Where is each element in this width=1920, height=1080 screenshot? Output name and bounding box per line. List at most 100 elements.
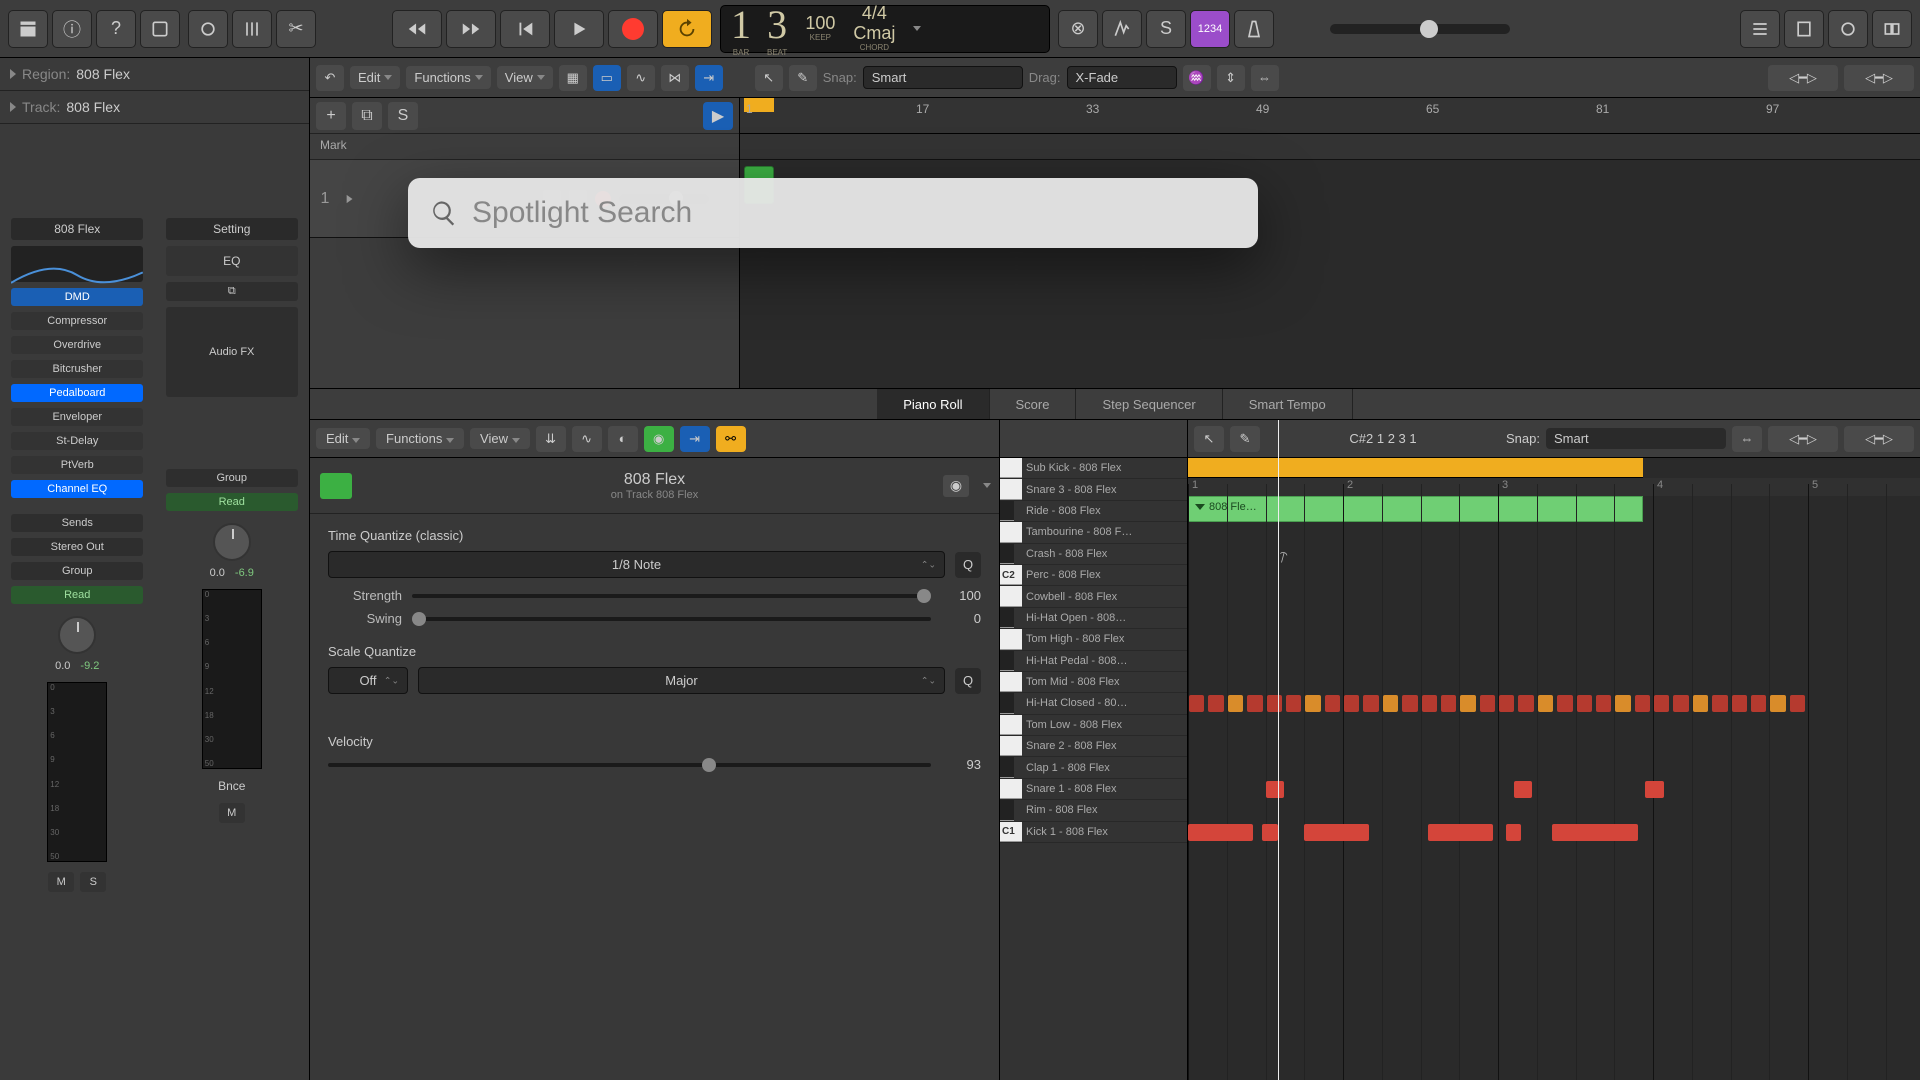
lcd-tempo[interactable]: 100 — [805, 14, 835, 34]
quantize-value-dropdown[interactable]: 1/8 Note⌃⌄ — [328, 551, 945, 578]
vertical-zoom-icon[interactable]: ⇕ — [1217, 65, 1245, 91]
midi-note[interactable] — [1228, 695, 1243, 712]
plugin-slot[interactable]: Enveloper — [11, 408, 143, 426]
midi-note[interactable] — [1344, 695, 1359, 712]
piano-key[interactable] — [1000, 736, 1022, 756]
drum-lane[interactable]: Rim - 808 Flex — [1000, 800, 1187, 821]
midi-note[interactable] — [1577, 695, 1592, 712]
midi-note[interactable] — [1460, 695, 1475, 712]
link-button[interactable]: ⧉ — [166, 282, 298, 301]
velocity-slider[interactable] — [328, 763, 931, 767]
automation-icon[interactable]: ∿ — [627, 65, 655, 91]
solo-button[interactable]: S — [80, 872, 106, 892]
plugin-slot[interactable]: Bitcrusher — [11, 360, 143, 378]
piano-key[interactable] — [1000, 672, 1022, 692]
midi-note[interactable] — [1615, 695, 1630, 712]
midi-note[interactable] — [1422, 695, 1437, 712]
mute-button[interactable]: M — [219, 803, 245, 823]
midi-note[interactable] — [1506, 824, 1522, 841]
pencil-tool[interactable]: ✎ — [1230, 426, 1260, 452]
automation-mode[interactable]: Read — [166, 493, 298, 511]
waveform-zoom-icon[interactable]: ♒ — [1183, 65, 1211, 91]
swing-value[interactable]: 0 — [941, 611, 981, 626]
drum-lane[interactable]: Tom High - 808 Flex — [1000, 629, 1187, 650]
global-solo-button[interactable]: S — [388, 102, 418, 130]
piano-key[interactable] — [1000, 501, 1014, 521]
scale-quantize-button[interactable]: Q — [955, 668, 981, 694]
midi-note[interactable] — [1596, 695, 1611, 712]
pencil-tool[interactable]: ✎ — [789, 65, 817, 91]
play-button[interactable] — [554, 10, 604, 48]
midi-note[interactable] — [1751, 695, 1766, 712]
midi-out-icon[interactable]: ◉ — [644, 426, 674, 452]
velocity-value[interactable]: 93 — [941, 757, 981, 772]
lcd-menu-icon[interactable] — [913, 26, 921, 31]
midi-note[interactable] — [1383, 695, 1398, 712]
loop-browser-button[interactable] — [1828, 10, 1868, 48]
midi-note[interactable] — [1732, 695, 1747, 712]
piano-key[interactable] — [1000, 715, 1022, 735]
quantize-button[interactable]: Q — [955, 552, 981, 578]
track-inspector-header[interactable]: Track: 808 Flex — [0, 91, 309, 124]
drum-lane[interactable]: Hi-Hat Closed - 80… — [1000, 693, 1187, 714]
region-inspector-header[interactable]: Region: 808 Flex — [0, 58, 309, 91]
scale-type-dropdown[interactable]: Major⌃⌄ — [418, 667, 945, 694]
piano-key[interactable] — [1000, 651, 1014, 671]
drum-lane[interactable]: Crash - 808 Flex — [1000, 544, 1187, 565]
low-latency-button[interactable] — [1102, 10, 1142, 48]
midi-note[interactable] — [1514, 781, 1533, 798]
midi-note[interactable] — [1480, 695, 1495, 712]
tab-piano-roll[interactable]: Piano Roll — [877, 389, 989, 419]
level-meter[interactable]: 036912183050 — [47, 682, 107, 862]
midi-note[interactable] — [1402, 695, 1417, 712]
midi-note[interactable] — [1267, 695, 1282, 712]
drum-lane[interactable]: Clap 1 - 808 Flex — [1000, 757, 1187, 778]
rewind-button[interactable] — [392, 10, 442, 48]
piano-key[interactable] — [1000, 779, 1022, 799]
add-track-button[interactable]: + — [316, 102, 346, 130]
scale-on-dropdown[interactable]: Off⌃⌄ — [328, 667, 408, 694]
piano-key[interactable] — [1000, 586, 1022, 606]
loop-ruler[interactable] — [1188, 458, 1643, 478]
drum-lane[interactable]: Hi-Hat Open - 808… — [1000, 608, 1187, 629]
bounce-button[interactable]: Bnce — [218, 779, 245, 793]
pointer-tool[interactable]: ↖ — [1194, 426, 1224, 452]
plugin-slot[interactable]: Channel EQ — [11, 480, 143, 498]
piano-key[interactable] — [1000, 629, 1022, 649]
horizontal-zoom-icon[interactable]: ⇔ — [1251, 65, 1279, 91]
zoom-slider-h[interactable]: ◁━▷ — [1844, 426, 1914, 452]
midi-note[interactable] — [1208, 695, 1223, 712]
proll-functions-menu[interactable]: Functions — [376, 428, 464, 449]
collapse-icon[interactable]: ⇊ — [536, 426, 566, 452]
plugin-slot[interactable]: PtVerb — [11, 456, 143, 474]
sends-button[interactable]: Sends — [11, 514, 143, 532]
swing-slider[interactable] — [412, 617, 931, 621]
midi-note[interactable] — [1499, 695, 1514, 712]
channel-name[interactable]: 808 Flex — [11, 218, 143, 240]
midi-note[interactable] — [1188, 824, 1253, 841]
count-in-button[interactable]: 1234 — [1190, 10, 1230, 48]
midi-note[interactable] — [1635, 695, 1650, 712]
media-browser-button[interactable] — [1872, 10, 1912, 48]
smart-controls-button[interactable] — [188, 10, 228, 48]
midi-note[interactable] — [1441, 695, 1456, 712]
lcd-display[interactable]: 1 BAR 3 BEAT 100 KEEP 4/4 Cmaj CHORD — [720, 5, 1050, 53]
region-menu-icon[interactable] — [983, 483, 991, 488]
list-editors-button[interactable] — [1740, 10, 1780, 48]
midi-in-icon[interactable]: ◐ — [608, 426, 638, 452]
plugin-slot[interactable]: St-Delay — [11, 432, 143, 450]
forward-button[interactable] — [446, 10, 496, 48]
midi-note[interactable] — [1654, 695, 1669, 712]
drum-lane[interactable]: Sub Kick - 808 Flex — [1000, 458, 1187, 479]
piano-key[interactable] — [1000, 757, 1014, 777]
playhead[interactable] — [1278, 420, 1279, 1080]
pan-knob[interactable] — [58, 616, 96, 654]
library-button[interactable] — [8, 10, 48, 48]
midi-note[interactable] — [1305, 695, 1320, 712]
drum-lane[interactable]: Snare 2 - 808 Flex — [1000, 736, 1187, 757]
audiofx-slot[interactable]: Audio FX — [166, 307, 298, 397]
strength-value[interactable]: 100 — [941, 588, 981, 603]
drum-lane[interactable]: Snare 3 - 808 Flex — [1000, 479, 1187, 500]
midi-note[interactable] — [1363, 695, 1378, 712]
catch-icon[interactable]: ⇥ — [680, 426, 710, 452]
